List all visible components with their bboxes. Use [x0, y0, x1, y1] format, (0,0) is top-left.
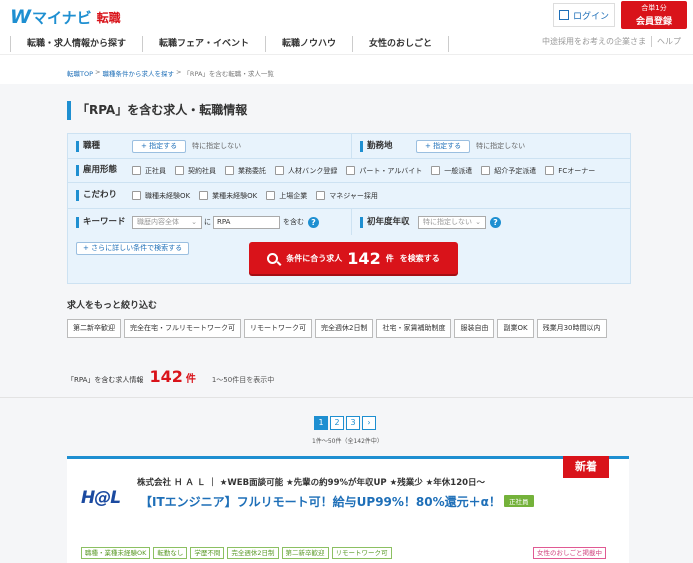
- kodawari-checkbox-jojo[interactable]: 上場企業: [266, 191, 307, 201]
- gnav-item-search[interactable]: 転職・求人情報から探す: [10, 35, 142, 52]
- chevron-down-icon: ⌄: [191, 217, 197, 226]
- koyou-checkbox-itaku[interactable]: 業務委託: [225, 166, 266, 176]
- keyword-input[interactable]: RPA: [213, 215, 280, 229]
- search-button-count: 142: [347, 248, 381, 268]
- breadcrumb: 転職TOP > 職種条件から求人を探す > 「RPA」を含む転職・求人一覧: [67, 68, 274, 78]
- keyword-scope-select[interactable]: 職歴内容全体 ⌄: [132, 215, 202, 229]
- company-name: 株式会社 Ｈ Ａ Ｌ ｜ ★WEB面談可能 ★先輩の約99%が年収UP ★残業少…: [137, 478, 486, 488]
- row-shokushu-kinmuchi: 職種 + 指定する 特に指定しない 勤務地 + 指定する 特に指定しない: [68, 134, 630, 159]
- koyou-label: 雇用形態: [76, 165, 132, 176]
- job-card[interactable]: 新着 株式会社 Ｈ Ａ Ｌ ｜ ★WEB面談可能 ★先輩の約99%が年収UP ★…: [67, 456, 629, 563]
- corporate-link[interactable]: 中途採用をお考えの企業さま: [542, 36, 646, 47]
- refine-tag[interactable]: 副業OK: [497, 319, 534, 338]
- logo-text: マイナビ: [31, 8, 92, 27]
- koyou-checkbox-haken[interactable]: 一般派遣: [431, 166, 472, 176]
- help-link[interactable]: ヘルプ: [651, 36, 681, 47]
- search-submit-button[interactable]: 条件に合う求人 142 件 を検索する: [249, 242, 458, 274]
- kodawari-checkbox-gyoushu[interactable]: 業種未経験OK: [199, 191, 257, 201]
- logo-mark: W: [10, 6, 31, 28]
- refine-tag[interactable]: 社宅・家賃補助制度: [376, 319, 452, 338]
- breadcrumb-category[interactable]: 職種条件から求人を探す: [102, 68, 174, 78]
- refine-tag[interactable]: 服装自由: [454, 319, 495, 338]
- gnav-item-women[interactable]: 女性のおしごと: [352, 35, 450, 52]
- more-conditions-button[interactable]: + さらに詳しい条件で検索する: [76, 242, 190, 255]
- search-conditions-panel: 職種 + 指定する 特に指定しない 勤務地 + 指定する 特に指定しない 雇用形…: [67, 133, 631, 284]
- gnav-item-knowhow[interactable]: 転職ノウハウ: [265, 35, 352, 52]
- pagination: 1 2 3 ›: [314, 416, 378, 430]
- koyou-checkbox-seishain[interactable]: 正社員: [132, 166, 166, 176]
- shokushu-label: 職種: [76, 140, 132, 152]
- job-tag: リモートワーク可: [331, 547, 392, 559]
- breadcrumb-current: 「RPA」を含む転職・求人一覧: [183, 70, 274, 78]
- kodawari-label: こだわり: [76, 190, 132, 201]
- page-3[interactable]: 3: [346, 416, 360, 430]
- breadcrumb-top[interactable]: 転職TOP: [67, 68, 93, 78]
- page-title: 「RPA」を含む求人・転職情報: [67, 101, 247, 120]
- job-tags: 職種・業種未経験OK 転勤なし 学歴不問 完全週休2日制 第二新卒歓迎 リモート…: [81, 547, 395, 559]
- refine-title: 求人をもっと絞り込む: [67, 301, 158, 311]
- refine-tag[interactable]: 残業月30時間以内: [536, 319, 607, 338]
- chevron-down-icon: ⌄: [475, 217, 481, 226]
- job-tag: 学歴不問: [190, 547, 225, 559]
- next-page-icon[interactable]: ›: [362, 416, 376, 430]
- refine-tag[interactable]: 完全在宅・フルリモートワーク可: [124, 319, 241, 338]
- page-1[interactable]: 1: [314, 416, 328, 430]
- row-kodawari: こだわり 職種未経験OK 業種未経験OK 上場企業 マネジャー採用: [68, 183, 630, 209]
- koyou-checkbox-fc[interactable]: FCオーナー: [545, 166, 595, 176]
- job-tag: 転勤なし: [153, 547, 188, 559]
- global-nav: 転職・求人情報から探す 転職フェア・イベント 転職ノウハウ 女性のおしごと 中途…: [0, 33, 693, 55]
- row-keyword: キーワード 職歴内容全体 ⌄ に RPA を含む ? 初年度年収 特に指定しない ⌄…: [68, 209, 630, 235]
- employment-badge: 正社員: [504, 495, 534, 507]
- nenshu-help-icon[interactable]: ?: [490, 216, 501, 228]
- kodawari-checkbox-shokushu[interactable]: 職種未経験OK: [132, 191, 190, 201]
- kinmuchi-label: 勤務地: [360, 140, 416, 152]
- company-logo: H@L: [81, 488, 121, 508]
- register-button[interactable]: 合単1分 会員登録: [621, 1, 687, 29]
- nenshu-label: 初年度年収: [360, 216, 410, 228]
- register-label: 会員登録: [635, 17, 672, 27]
- pager-summary: 1件～50件（全142件中）: [312, 438, 383, 445]
- refine-tag[interactable]: 第二新卒歓迎: [67, 319, 121, 338]
- new-badge: 新着: [563, 456, 609, 478]
- result-range: 1～50件目を表示中: [211, 376, 275, 384]
- job-title-link[interactable]: 【ITエンジニア】フルリモート可！給与UP99%！80%還元＋α！: [140, 493, 501, 510]
- job-tag: 完全週休2日制: [227, 547, 279, 559]
- login-icon: [558, 10, 569, 20]
- women-feature-tag: 女性のおしごと掲載中: [533, 547, 606, 559]
- row-koyou: 雇用形態 正社員 契約社員 業務委託 人材バンク登録 パート・アルバイト 一般派…: [68, 159, 630, 183]
- search-icon: [267, 252, 279, 264]
- refine-tags: 第二新卒歓迎 完全在宅・フルリモートワーク可 リモートワーク可 完全週休2日制 …: [67, 319, 610, 338]
- page-2[interactable]: 2: [330, 416, 344, 430]
- refine-tag[interactable]: リモートワーク可: [244, 319, 312, 338]
- result-count: 「RPA」を含む求人情報 142 件 1～50件目を表示中: [67, 367, 275, 386]
- kodawari-checkbox-manager[interactable]: マネジャー採用: [316, 191, 378, 201]
- site-logo[interactable]: W マイナビ 転職: [10, 6, 121, 28]
- keyword-help-icon[interactable]: ?: [308, 216, 319, 228]
- keyword-label: キーワード: [76, 216, 132, 228]
- kinmuchi-add-button[interactable]: + 指定する: [416, 139, 471, 153]
- login-label: ログイン: [572, 11, 609, 22]
- kinmuchi-hint: 特に指定しない: [476, 142, 526, 150]
- refine-tag[interactable]: 完全週休2日制: [315, 319, 374, 338]
- nenshu-select[interactable]: 特に指定しない ⌄: [418, 215, 486, 229]
- gnav-item-fair[interactable]: 転職フェア・イベント: [142, 35, 265, 52]
- shokushu-add-button[interactable]: + 指定する: [132, 139, 187, 153]
- shokushu-hint: 特に指定しない: [192, 142, 242, 150]
- gnav-right-links: 中途採用をお考えの企業さま ヘルプ: [542, 36, 681, 47]
- register-badge: 合単1分: [641, 4, 667, 12]
- job-tag: 第二新卒歓迎: [281, 547, 329, 559]
- koyou-checkbox-part[interactable]: パート・アルバイト: [346, 166, 422, 176]
- site-header: W マイナビ 転職 ログイン 合単1分 会員登録 転職・求人情報から探す 転職フ…: [0, 0, 693, 64]
- logo-sub: 転職: [96, 10, 121, 25]
- koyou-checkbox-keiyaku[interactable]: 契約社員: [175, 166, 216, 176]
- koyou-checkbox-shokai[interactable]: 紹介予定派遣: [481, 166, 536, 176]
- job-tag: 職種・業種未経験OK: [81, 547, 151, 559]
- result-count-number: 142: [149, 367, 183, 386]
- login-button[interactable]: ログイン: [553, 3, 615, 27]
- koyou-checkbox-bank[interactable]: 人材バンク登録: [275, 166, 337, 176]
